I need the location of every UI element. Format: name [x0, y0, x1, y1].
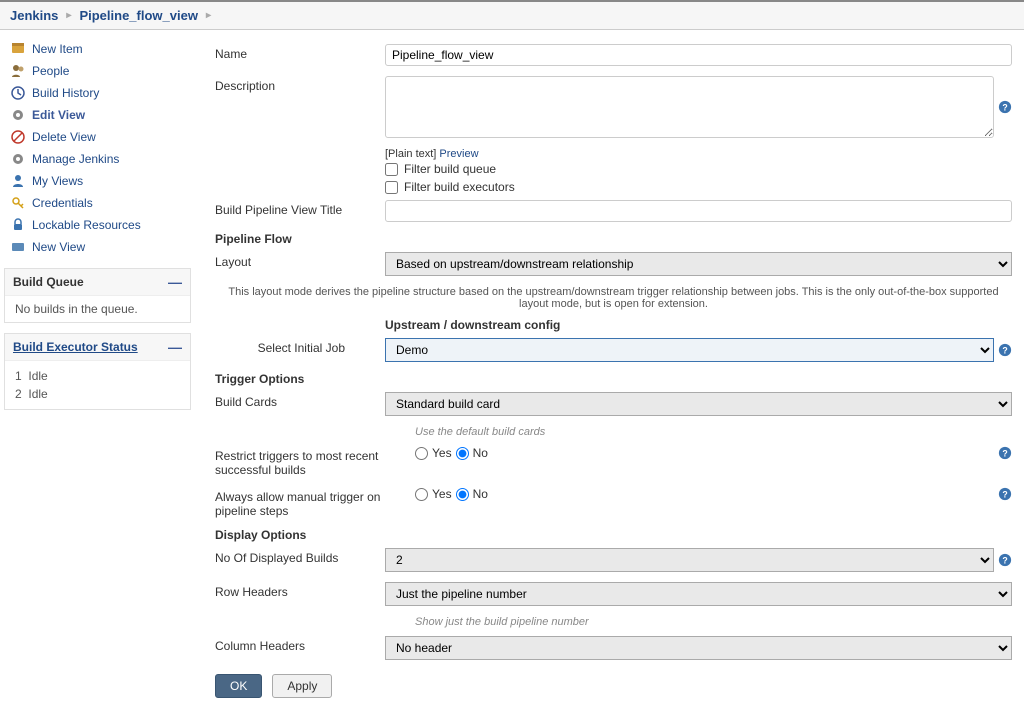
- description-format-hint: [Plain text] Preview: [385, 148, 1012, 160]
- layout-label: Layout: [215, 252, 385, 269]
- pipeline-title-input[interactable]: [385, 200, 1012, 222]
- build-queue-title: Build Queue: [13, 275, 84, 289]
- help-icon[interactable]: ?: [998, 446, 1012, 460]
- help-icon[interactable]: ?: [998, 487, 1012, 501]
- build-cards-label: Build Cards: [215, 392, 385, 409]
- config-form: Name Description ? [Plain text] Preview …: [195, 32, 1024, 718]
- preview-link[interactable]: Preview: [439, 148, 478, 160]
- apply-button[interactable]: Apply: [272, 674, 332, 698]
- build-queue-panel: Build Queue — No builds in the queue.: [4, 268, 191, 323]
- name-input[interactable]: [385, 44, 1012, 66]
- my-views-icon: [10, 173, 26, 189]
- people-icon: [10, 63, 26, 79]
- build-queue-body: No builds in the queue.: [5, 296, 190, 322]
- row-headers-label: Row Headers: [215, 582, 385, 599]
- executor-row: 1 Idle: [15, 367, 180, 385]
- executor-panel: Build Executor Status — 1 Idle 2 Idle: [4, 333, 191, 410]
- ok-button[interactable]: OK: [215, 674, 262, 698]
- history-icon: [10, 85, 26, 101]
- executor-list: 1 Idle 2 Idle: [5, 361, 190, 409]
- num-builds-select[interactable]: 2: [385, 548, 994, 572]
- executor-row: 2 Idle: [15, 385, 180, 403]
- sidebar-item-my-views[interactable]: My Views: [4, 170, 191, 192]
- sidebar-item-delete-view[interactable]: Delete View: [4, 126, 191, 148]
- description-textarea[interactable]: [385, 76, 994, 138]
- filter-queue-label: Filter build queue: [404, 162, 496, 176]
- svg-text:?: ?: [1002, 490, 1007, 500]
- sidebar-item-new-item[interactable]: New Item: [4, 38, 191, 60]
- row-headers-select[interactable]: Just the pipeline number: [385, 582, 1012, 606]
- delete-icon: [10, 129, 26, 145]
- executor-title[interactable]: Build Executor Status: [13, 340, 138, 354]
- folder-icon: [10, 239, 26, 255]
- restrict-triggers-label: Restrict triggers to most recent success…: [215, 446, 415, 477]
- sidebar-item-label: Manage Jenkins: [32, 152, 119, 166]
- sidebar-item-label: Lockable Resources: [32, 218, 141, 232]
- build-cards-help: Use the default build cards: [415, 426, 1012, 438]
- credentials-icon: [10, 195, 26, 211]
- sidebar: New Item People Build History Edit View …: [0, 32, 195, 718]
- manual-no-radio[interactable]: [456, 488, 469, 501]
- pipeline-flow-section: Pipeline Flow: [215, 232, 1012, 246]
- upstream-config-header: Upstream / downstream config: [385, 318, 1012, 332]
- svg-text:?: ?: [1002, 346, 1007, 356]
- breadcrumb: Jenkins ▸ Pipeline_flow_view ▸: [10, 8, 1014, 23]
- restrict-yes-radio[interactable]: [415, 447, 428, 460]
- name-label: Name: [215, 44, 385, 61]
- sidebar-item-label: New Item: [32, 42, 83, 56]
- sidebar-item-label: New View: [32, 240, 85, 254]
- help-icon[interactable]: ?: [998, 343, 1012, 357]
- layout-help-text: This layout mode derives the pipeline st…: [215, 286, 1012, 310]
- chevron-right-icon: ▸: [66, 10, 71, 21]
- sidebar-item-label: Build History: [32, 86, 99, 100]
- num-builds-label: No Of Displayed Builds: [215, 548, 385, 565]
- breadcrumb-bar: Jenkins ▸ Pipeline_flow_view ▸: [0, 0, 1024, 30]
- lock-icon: [10, 217, 26, 233]
- display-options-section: Display Options: [215, 528, 1012, 542]
- collapse-icon[interactable]: —: [168, 274, 182, 290]
- sidebar-item-label: Delete View: [32, 130, 96, 144]
- filter-executors-checkbox[interactable]: [385, 181, 398, 194]
- help-icon[interactable]: ?: [998, 100, 1012, 114]
- sidebar-item-label: Edit View: [32, 108, 85, 122]
- new-item-icon: [10, 41, 26, 57]
- manage-icon: [10, 151, 26, 167]
- breadcrumb-root[interactable]: Jenkins: [10, 8, 58, 23]
- build-cards-select[interactable]: Standard build card: [385, 392, 1012, 416]
- sidebar-item-edit-view[interactable]: Edit View: [4, 104, 191, 126]
- svg-text:?: ?: [1002, 449, 1007, 459]
- gear-icon: [10, 107, 26, 123]
- help-icon[interactable]: ?: [998, 553, 1012, 567]
- sidebar-item-lockable-resources[interactable]: Lockable Resources: [4, 214, 191, 236]
- initial-job-label: Select Initial Job: [215, 338, 385, 355]
- sidebar-item-label: Credentials: [32, 196, 93, 210]
- svg-text:?: ?: [1002, 556, 1007, 566]
- svg-text:?: ?: [1002, 103, 1007, 113]
- sidebar-item-build-history[interactable]: Build History: [4, 82, 191, 104]
- filter-executors-label: Filter build executors: [404, 180, 515, 194]
- sidebar-item-new-view[interactable]: New View: [4, 236, 191, 258]
- sidebar-item-label: My Views: [32, 174, 83, 188]
- sidebar-item-label: People: [32, 64, 69, 78]
- sidebar-item-people[interactable]: People: [4, 60, 191, 82]
- trigger-options-section: Trigger Options: [215, 372, 1012, 386]
- breadcrumb-view[interactable]: Pipeline_flow_view: [79, 8, 198, 23]
- column-headers-select[interactable]: No header: [385, 636, 1012, 660]
- layout-select[interactable]: Based on upstream/downstream relationshi…: [385, 252, 1012, 276]
- sidebar-item-manage-jenkins[interactable]: Manage Jenkins: [4, 148, 191, 170]
- column-headers-label: Column Headers: [215, 636, 385, 653]
- sidebar-item-credentials[interactable]: Credentials: [4, 192, 191, 214]
- chevron-right-icon: ▸: [206, 10, 211, 21]
- always-manual-label: Always allow manual trigger on pipeline …: [215, 487, 415, 518]
- description-label: Description: [215, 76, 385, 93]
- restrict-no-radio[interactable]: [456, 447, 469, 460]
- pipeline-title-label: Build Pipeline View Title: [215, 200, 385, 217]
- initial-job-select[interactable]: Demo: [385, 338, 994, 362]
- filter-queue-checkbox[interactable]: [385, 163, 398, 176]
- manual-yes-radio[interactable]: [415, 488, 428, 501]
- collapse-icon[interactable]: —: [168, 339, 182, 355]
- row-headers-help: Show just the build pipeline number: [415, 616, 1012, 628]
